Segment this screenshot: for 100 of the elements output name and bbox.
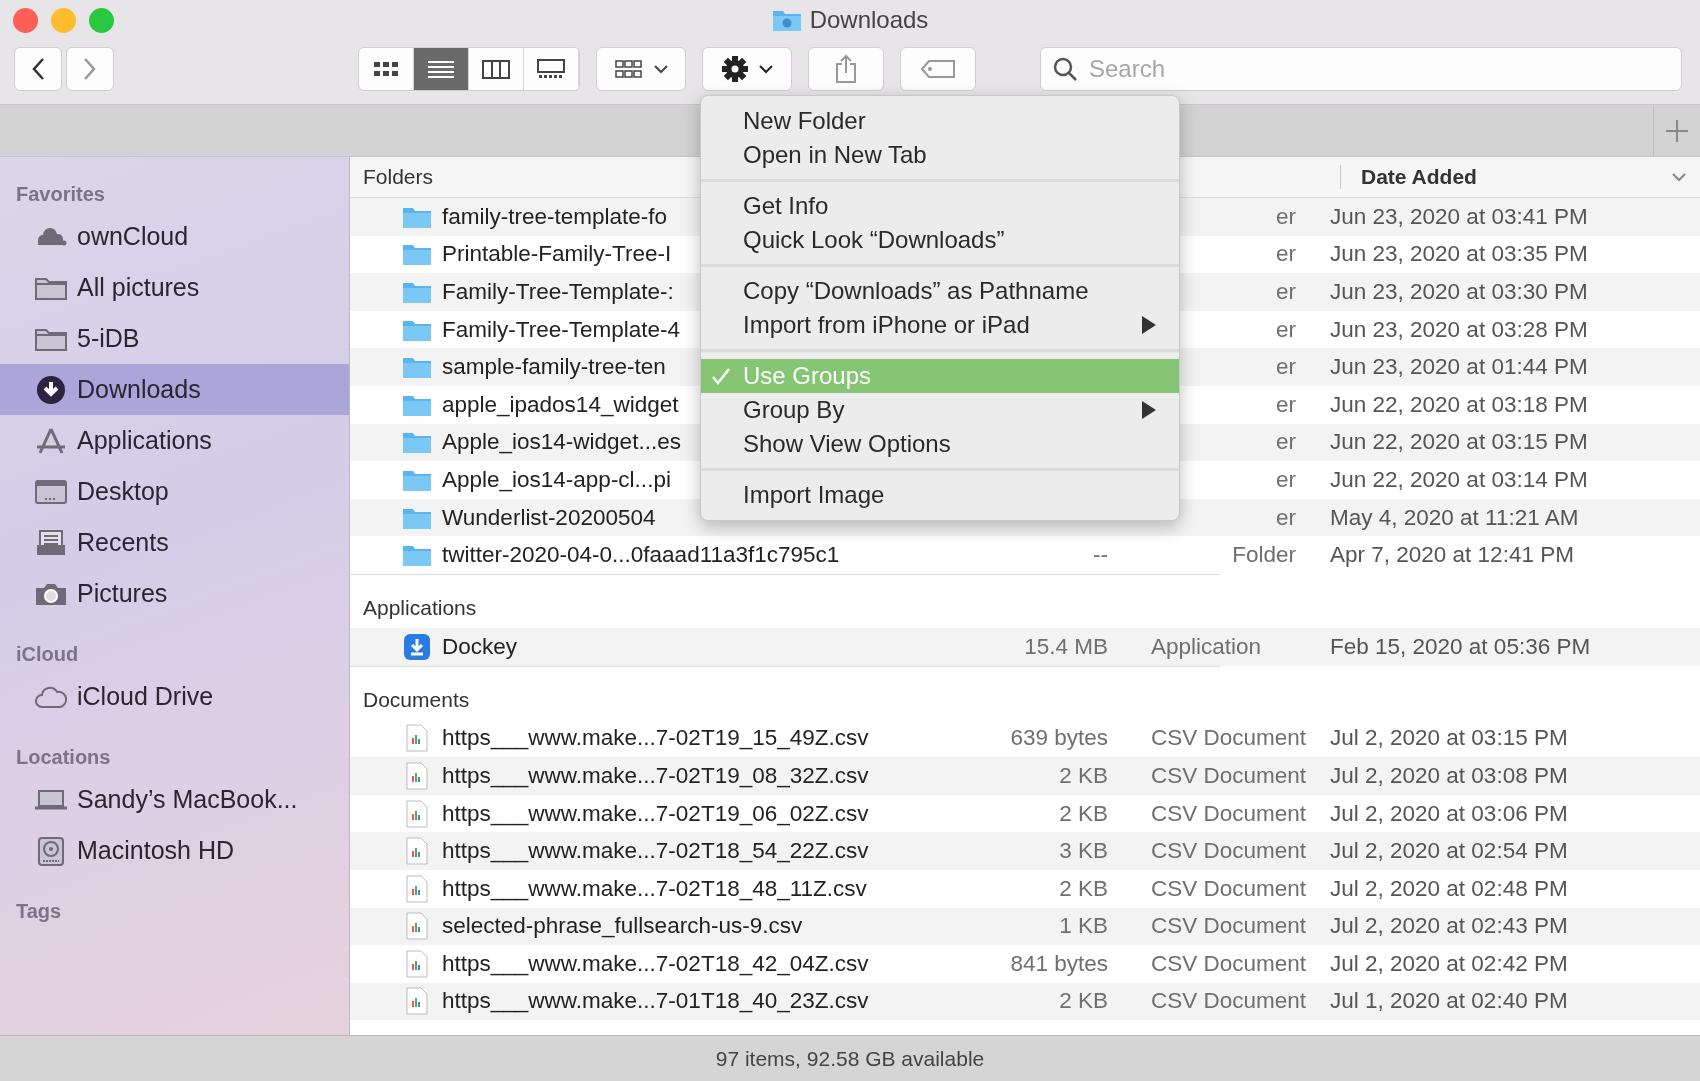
file-name[interactable]: https___www.make...7-02T18_48_11Z.csv [442, 875, 867, 902]
file-name[interactable]: Apple_ios14-widget...es [442, 429, 681, 456]
file-name[interactable]: https___www.make...7-02T19_15_49Z.csv [442, 725, 869, 752]
menu-item[interactable]: New Folder [701, 104, 1179, 138]
group-button[interactable] [596, 47, 686, 91]
view-tab[interactable] [469, 48, 524, 90]
sidebar-item[interactable]: Macintosh HD [0, 825, 349, 876]
file-name[interactable]: Printable-Family-Tree-I [442, 241, 672, 268]
file-kind: er [1276, 241, 1296, 268]
file-size: 1 KB [1059, 913, 1108, 939]
date-added: Jul 2, 2020 at 02:54 PM [1330, 838, 1568, 865]
share-icon [834, 54, 858, 84]
menu-item[interactable]: Group By [701, 393, 1179, 427]
close-button[interactable] [13, 7, 38, 33]
group-heading: Documents [363, 687, 470, 712]
file-size: 15.4 MB [1024, 633, 1108, 659]
date-added: Jun 23, 2020 at 03:41 PM [1330, 203, 1588, 230]
file-name[interactable]: Family-Tree-Template-: [442, 279, 674, 305]
file-name[interactable]: twitter-2020-04-0...0faaad11a3f1c795c1 [442, 542, 840, 569]
date-added: Feb 15, 2020 at 05:36 PM [1330, 633, 1591, 660]
sidebar-item[interactable]: 5-iDB [0, 313, 349, 364]
sidebar-item[interactable]: Recents [0, 517, 349, 568]
file-size: 2 KB [1059, 800, 1108, 826]
date-added: Jun 23, 2020 at 01:44 PM [1330, 354, 1588, 381]
back-button[interactable] [14, 47, 62, 91]
chevron-down-icon [1672, 172, 1686, 182]
group-heading: Folders [362, 165, 435, 189]
folder-icon [402, 355, 432, 380]
file-kind: er [1276, 504, 1296, 531]
file-name[interactable]: Apple_ios14-app-cl...pi [442, 466, 671, 493]
file-name[interactable]: selected-phrase_fullsearch-us-9.csv [442, 913, 803, 940]
file-name[interactable]: https___www.make...7-02T18_54_22Z.csv [442, 838, 869, 865]
sidebar-item[interactable]: Downloads [0, 364, 349, 415]
file-name[interactable]: Wunderlist-20200504 [442, 504, 656, 531]
sidebar-item[interactable]: ownCloud [0, 211, 349, 262]
tag-button[interactable] [900, 47, 976, 91]
folder-icon [402, 543, 432, 568]
sidebar-item-label: 5-iDB [77, 324, 140, 353]
file-name[interactable]: apple_ipados14_widget [442, 391, 679, 418]
menu-item[interactable]: Import Image [701, 478, 1179, 512]
sidebar-item[interactable]: Desktop [0, 466, 349, 517]
menu-item[interactable]: Open in New Tab [701, 138, 1179, 172]
date-added: Jun 23, 2020 at 03:28 PM [1330, 316, 1588, 343]
search-field[interactable]: Search [1040, 47, 1682, 91]
file-name[interactable]: Dockey [442, 633, 518, 660]
search-icon [1052, 56, 1078, 82]
file-kind: Application [1151, 633, 1262, 659]
menu-item[interactable]: Get Info [701, 189, 1179, 223]
folder-icon [402, 242, 432, 267]
file-name[interactable]: sample-family-tree-ten [442, 354, 666, 381]
file-kind: er [1276, 354, 1296, 381]
sidebar-section-heading: iCloud [15, 642, 80, 667]
sidebar-item-label: Pictures [77, 579, 168, 608]
menu-item[interactable]: Quick Look “Downloads” [701, 223, 1179, 257]
file-size: 3 KB [1059, 838, 1108, 864]
file-name[interactable]: https___www.make...7-01T18_40_23Z.csv [442, 988, 869, 1015]
view-tab[interactable] [414, 48, 469, 90]
sidebar-item[interactable]: Sandy’s MacBook... [0, 774, 349, 825]
file-kind: Folder [1232, 542, 1296, 569]
date-added: Jun 22, 2020 at 03:14 PM [1330, 466, 1588, 493]
view-tab[interactable] [524, 48, 579, 90]
file-name[interactable]: https___www.make...7-02T18_42_04Z.csv [442, 950, 869, 977]
date-column-header[interactable]: Date Added [1340, 165, 1700, 189]
spreadsheet-document-icon [406, 724, 428, 753]
menu-item[interactable]: Copy “Downloads” as Pathname [701, 274, 1179, 308]
spreadsheet-document-icon [406, 912, 428, 941]
file-kind: CSV Document [1151, 838, 1307, 864]
sidebar-item[interactable]: Pictures [0, 568, 349, 619]
date-added: Jun 22, 2020 at 03:15 PM [1330, 429, 1588, 456]
file-name[interactable]: Family-Tree-Template-4 [442, 316, 680, 343]
sidebar-item[interactable]: iCloud Drive [0, 671, 349, 722]
file-kind: er [1276, 391, 1296, 418]
file-kind: er [1276, 316, 1296, 343]
date-added: Jul 2, 2020 at 02:43 PM [1330, 913, 1568, 940]
menu-item[interactable]: Show View Options [701, 427, 1179, 461]
sidebar-item[interactable]: Applications [0, 415, 349, 466]
file-kind: er [1276, 429, 1296, 456]
folder-icon [402, 430, 432, 455]
sidebar-item-label: Applications [77, 426, 212, 455]
action-button[interactable] [702, 47, 792, 91]
folder-icon [771, 8, 802, 32]
file-size: 2 KB [1059, 875, 1108, 901]
file-name[interactable]: https___www.make...7-02T19_08_32Z.csv [442, 762, 869, 789]
sidebar-item-label: Macintosh HD [77, 836, 234, 865]
file-kind: CSV Document [1151, 875, 1307, 901]
folder-icon [402, 280, 432, 304]
chevron-down-icon [759, 64, 773, 74]
view-tab[interactable] [359, 48, 414, 90]
file-kind: CSV Document [1151, 950, 1307, 976]
date-added: Jul 2, 2020 at 03:06 PM [1330, 800, 1568, 827]
file-name[interactable]: https___www.make...7-02T19_06_02Z.csv [442, 800, 869, 827]
menu-item[interactable]: Import from iPhone or iPad [701, 308, 1179, 342]
sidebar-section-heading: Favorites [15, 182, 106, 207]
file-name[interactable]: family-tree-template-fo [442, 203, 668, 230]
sidebar-item[interactable]: All pictures [0, 262, 349, 313]
gallery-icon [536, 57, 566, 81]
group-heading: Applications [363, 595, 477, 620]
share-button[interactable] [808, 47, 884, 91]
file-size: 841 bytes [1010, 950, 1108, 976]
date-added: Jun 23, 2020 at 03:35 PM [1330, 241, 1588, 268]
